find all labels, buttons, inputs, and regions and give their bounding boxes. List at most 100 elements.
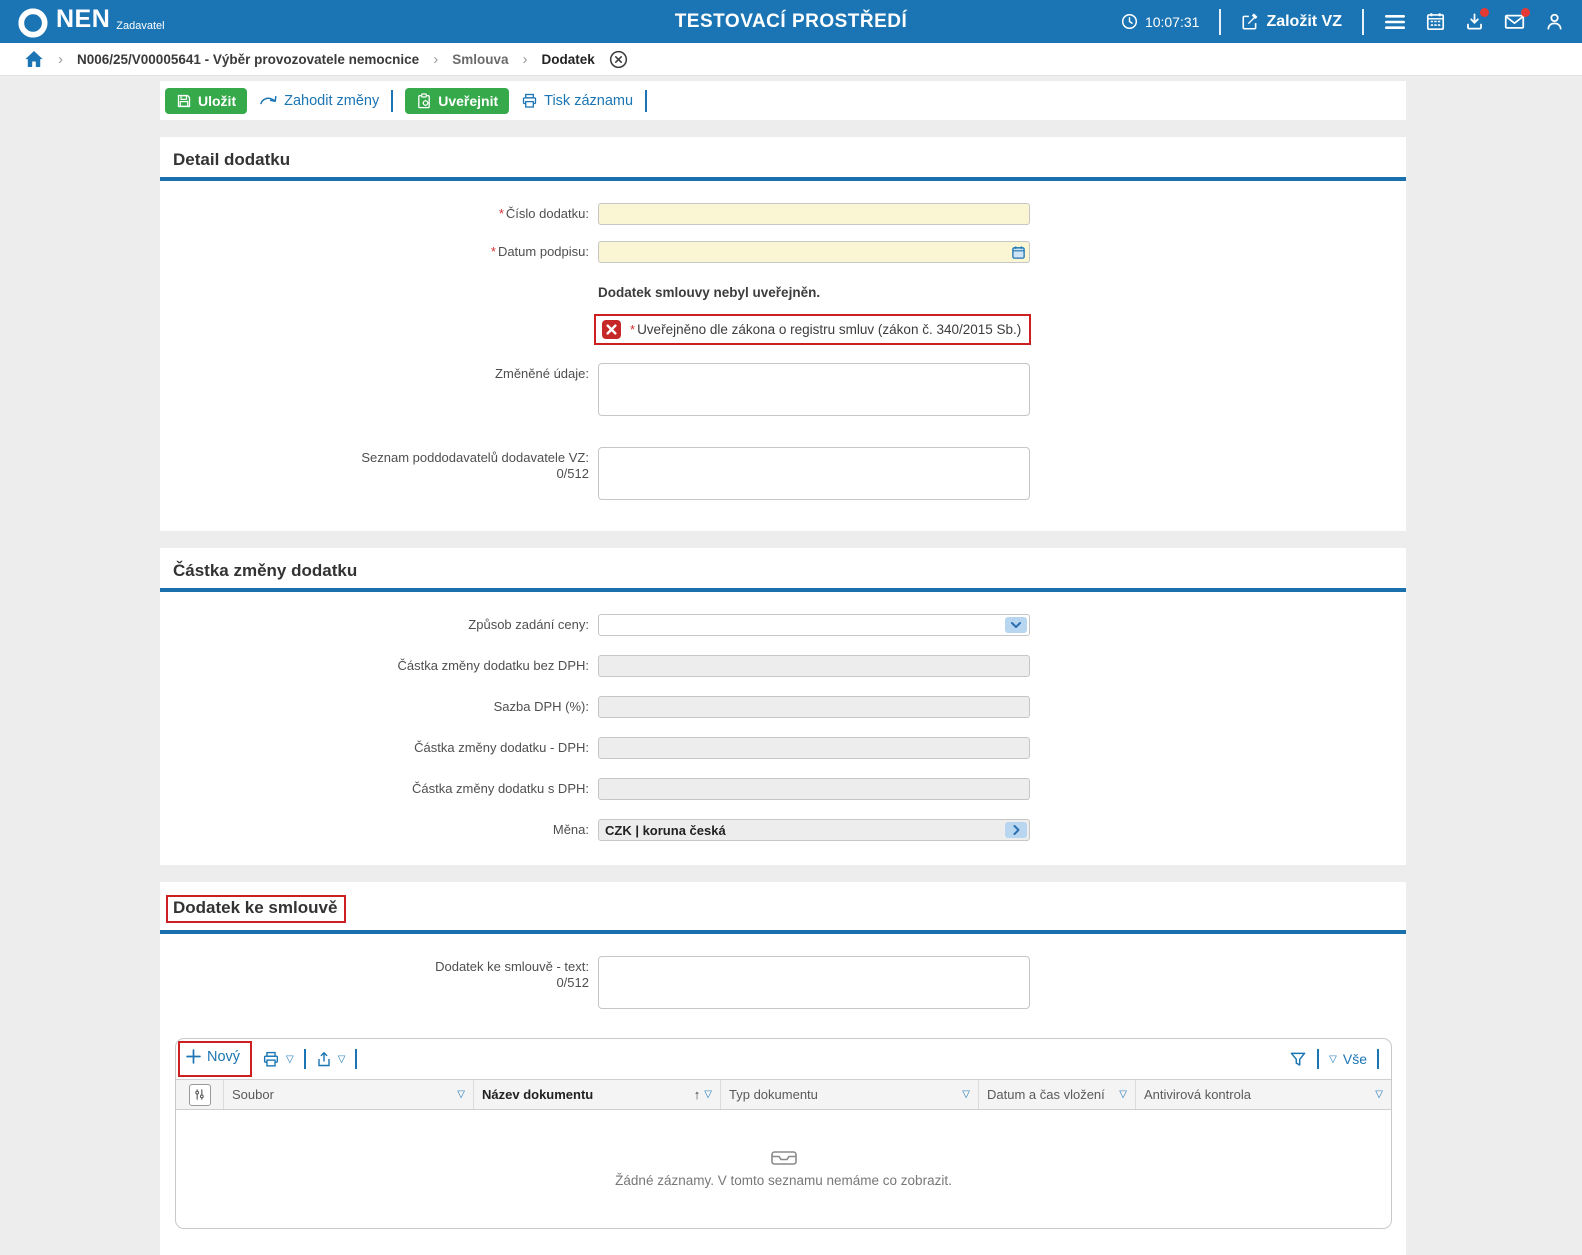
brand[interactable]: NEN Zadavatel [18,6,165,38]
create-vz-button[interactable]: Založit VZ [1241,13,1342,31]
cislo-dodatku-input[interactable] [598,203,1030,225]
breadcrumb-separator: › [433,51,438,68]
home-icon[interactable] [24,50,44,68]
printer-icon [521,93,538,109]
chevron-right-icon[interactable] [1005,822,1027,838]
hamburger-icon [1384,13,1406,31]
empty-tray-icon [771,1151,797,1165]
dodatek-text-counter: 0/512 [160,975,589,991]
grid-export-button[interactable]: ▽ [316,1051,346,1068]
messages-notification-badge [1521,8,1530,17]
bez-dph-label: Částka změny dodatku bez DPH: [160,655,598,677]
datum-podpisu-label: *Datum podpisu: [160,241,598,263]
grid-view-all-dropdown[interactable]: ▽ Vše [1329,1051,1367,1067]
zmenene-udaje-label: Změněné údaje: [160,363,598,421]
bez-dph-input [598,655,1030,677]
grid-empty-state: Žádné záznamy. V tomto seznamu nemáme co… [176,1110,1391,1228]
clipboard-gear-icon [416,93,432,109]
column-filter-icon[interactable]: ▽ [962,1089,970,1100]
cislo-dodatku-label: *Číslo dodatku: [160,203,598,225]
detail-dodatku-section: Detail dodatku *Číslo dodatku: *Datum po… [160,137,1406,531]
new-document-button[interactable]: Nový [186,1049,240,1065]
mena-value-field: CZK | koruna česká [598,819,1030,841]
mena-label: Měna: [160,819,598,841]
messages-button[interactable] [1504,12,1525,31]
not-published-note: Dodatek smlouvy nebyl uveřejněn. [598,283,1030,300]
column-filter-icon[interactable]: ▽ [457,1089,465,1100]
grid-toolbar-divider [355,1049,357,1069]
calendar-button[interactable] [1426,12,1445,31]
column-filter-icon[interactable]: ▽ [704,1089,712,1100]
seznam-poddodavatelu-label: Seznam poddodavatelů dodavatele VZ: 0/51… [160,447,598,505]
column-header-soubor[interactable]: Soubor ▽ [224,1080,474,1109]
sazba-dph-input [598,696,1030,718]
seznam-poddodavatelu-textarea[interactable] [598,447,1030,500]
calendar-icon [1426,12,1445,31]
grid-header-row: Soubor ▽ Název dokumentu ↑ ▽ Typ dokumen… [176,1079,1391,1110]
registry-warning-box: *Uveřejněno dle zákona o registru smluv … [594,314,1031,345]
dph-input [598,737,1030,759]
print-record-button[interactable]: Tisk záznamu [521,93,633,109]
calendar-small-icon [1011,245,1026,260]
breadcrumb-separator: › [522,51,527,68]
dropdown-triangle-icon: ▽ [338,1054,346,1065]
section-title-detail: Detail dodatku [173,150,290,170]
edit-square-icon [1241,13,1259,31]
chevron-down-icon[interactable] [1005,617,1027,633]
castka-zmeny-section: Částka změny dodatku Způsob zadání ceny:… [160,548,1406,865]
profile-button[interactable] [1545,12,1564,31]
column-filter-icon[interactable]: ▽ [1375,1089,1383,1100]
funnel-icon [1289,1051,1307,1068]
grid-toolbar-divider [1317,1049,1319,1069]
toolbar-divider [391,90,393,112]
grid-filter-button[interactable] [1289,1051,1307,1068]
breadcrumb-item-contract[interactable]: Smlouva [452,52,508,67]
header-divider [1219,9,1221,35]
app-header: NEN Zadavatel TESTOVACÍ PROSTŘEDÍ 10:07:… [0,0,1582,43]
session-time: 10:07:31 [1145,14,1200,30]
publish-button[interactable]: Uveřejnit [405,88,509,114]
error-x-icon [602,320,621,339]
grid-print-button[interactable]: ▽ [262,1051,294,1068]
grid-toolbar: Nový ▽ ▽ [176,1039,1391,1079]
grid-empty-text: Žádné záznamy. V tomto seznamu nemáme co… [615,1173,952,1188]
breadcrumb-item-current: Dodatek [541,52,594,67]
column-header-typ[interactable]: Typ dokumentu ▽ [721,1080,979,1109]
close-tab-icon[interactable] [609,50,628,69]
breadcrumb-item-case[interactable]: N006/25/V00005641 - Výběr provozovatele … [77,52,419,67]
dodatek-text-textarea[interactable] [598,956,1030,1009]
s-dph-label: Částka změny dodatku s DPH: [160,778,598,800]
save-button[interactable]: Uložit [165,88,247,114]
section-title-dodatek: Dodatek ke smlouvě [166,895,346,923]
session-clock: 10:07:31 [1121,13,1200,30]
datum-podpisu-input[interactable] [598,241,1030,263]
undo-icon [259,93,278,108]
download-notification-badge [1480,8,1489,17]
discard-changes-button[interactable]: Zahodit změny [259,93,379,109]
column-filter-icon[interactable]: ▽ [1119,1089,1127,1100]
breadcrumb: › N006/25/V00005641 - Výběr provozovatel… [0,43,1582,76]
s-dph-input [598,778,1030,800]
column-header-nazev[interactable]: Název dokumentu ↑ ▽ [474,1080,721,1109]
registry-warning-text: *Uveřejněno dle zákona o registru smluv … [630,322,1021,337]
column-settings-cell[interactable] [176,1080,224,1109]
column-header-antivir[interactable]: Antivirová kontrola ▽ [1136,1080,1391,1109]
zpusob-zadani-select[interactable] [598,614,1030,636]
seznam-counter: 0/512 [160,466,589,482]
sort-ascending-icon: ↑ [694,1087,701,1102]
brand-subtitle: Zadavatel [116,20,164,32]
dph-label: Částka změny dodatku - DPH: [160,737,598,759]
dodatek-ke-smlouve-section: Dodatek ke smlouvě Dodatek ke smlouvě - … [160,882,1406,1255]
dropdown-triangle-icon: ▽ [286,1054,294,1065]
new-button-annotation: Nový [178,1041,252,1078]
zmenene-udaje-textarea[interactable] [598,363,1030,416]
documents-grid: Nový ▽ ▽ [175,1038,1392,1229]
date-picker-button[interactable] [1009,244,1027,260]
brand-name: NEN [56,6,110,32]
menu-button[interactable] [1384,13,1406,31]
downloads-button[interactable] [1465,12,1484,31]
column-settings-icon[interactable] [189,1084,211,1106]
grid-toolbar-divider [304,1049,306,1069]
column-header-datum[interactable]: Datum a čas vložení ▽ [979,1080,1136,1109]
floppy-icon [176,93,192,109]
